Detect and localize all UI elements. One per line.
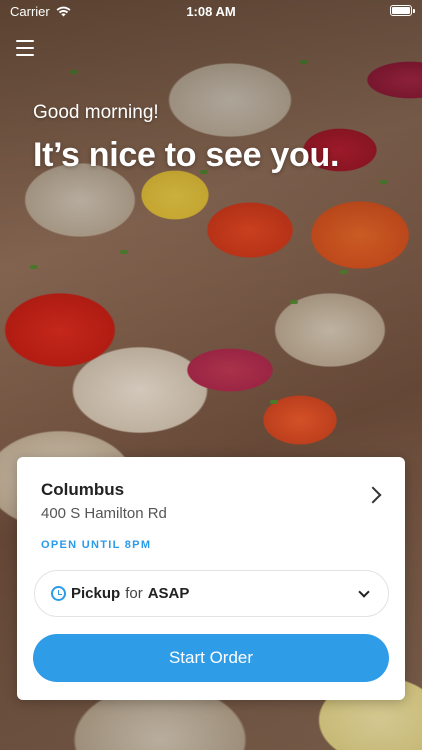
chevron-right-icon bbox=[364, 486, 382, 504]
greeting-subtitle: Good morning! bbox=[33, 102, 159, 123]
status-bar: Carrier 1:08 AM bbox=[0, 0, 422, 22]
location-address: 400 S Hamilton Rd bbox=[41, 505, 167, 522]
order-mode-selector[interactable]: Pickup for ASAP bbox=[34, 570, 389, 617]
start-order-button[interactable]: Start Order bbox=[33, 634, 389, 682]
location-name: Columbus bbox=[41, 480, 125, 499]
chevron-down-icon bbox=[358, 586, 370, 598]
greeting-headline: It’s nice to see you. bbox=[33, 136, 340, 174]
order-card: Columbus 400 S Hamilton Rd OPEN UNTIL 8P… bbox=[17, 457, 405, 700]
menu-icon[interactable] bbox=[16, 40, 34, 56]
location-selector[interactable]: Columbus 400 S Hamilton Rd bbox=[17, 457, 405, 532]
clock-icon bbox=[51, 586, 66, 601]
battery-icon bbox=[390, 5, 415, 16]
order-time-label: ASAP bbox=[147, 585, 190, 602]
order-mode-label: Pickup bbox=[71, 585, 121, 602]
clock-time: 1:08 AM bbox=[186, 3, 236, 19]
order-mode-connector: for bbox=[125, 585, 143, 602]
hours-status: OPEN UNTIL 8PM bbox=[41, 539, 152, 551]
